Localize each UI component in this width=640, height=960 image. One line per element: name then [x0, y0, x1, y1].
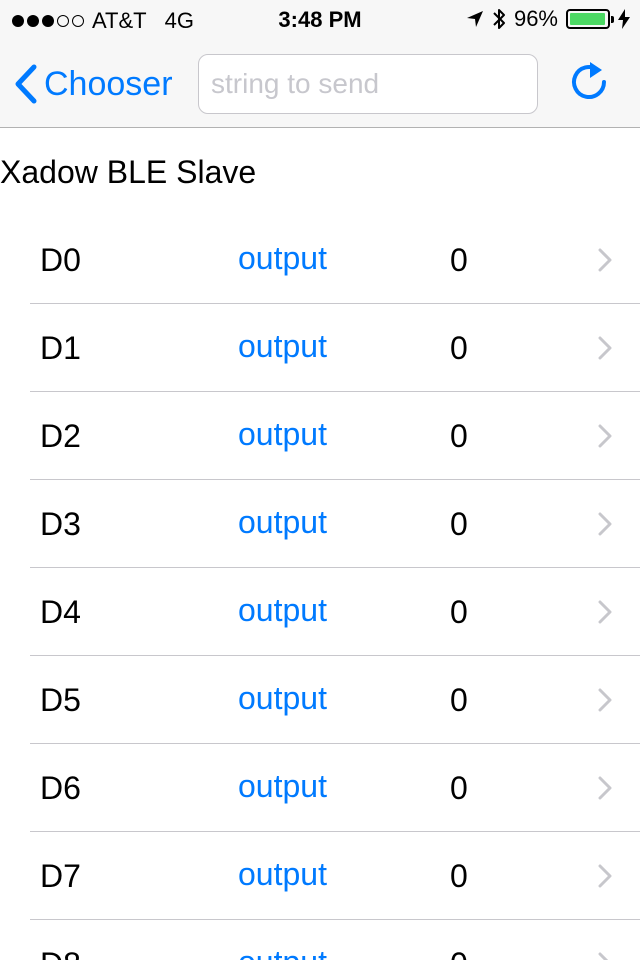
device-title: Xadow BLE Slave — [0, 154, 257, 190]
pin-mode-button[interactable]: output — [238, 504, 327, 541]
battery-tip — [611, 16, 614, 23]
pin-row[interactable]: D1 output 0 — [0, 304, 640, 392]
status-bar: AT&T 4G 3:48 PM 96% — [0, 0, 640, 40]
chevron-right-icon — [598, 248, 612, 272]
pin-value: 0 — [450, 330, 468, 366]
pin-mode-button[interactable]: output — [238, 768, 327, 805]
pin-name: D4 — [40, 594, 81, 630]
string-to-send-input[interactable] — [198, 54, 538, 114]
pin-row[interactable]: D2 output 0 — [0, 392, 640, 480]
navigation-bar: Chooser — [0, 40, 640, 128]
back-button[interactable]: Chooser — [14, 64, 173, 104]
pin-value: 0 — [450, 946, 468, 960]
pin-mode-button[interactable]: output — [238, 416, 327, 453]
pin-value: 0 — [450, 682, 468, 718]
chevron-right-icon — [598, 424, 612, 448]
chevron-right-icon — [598, 952, 609, 960]
pin-value: 0 — [450, 418, 468, 454]
pin-mode-button[interactable]: output — [238, 592, 327, 629]
pin-mode-button[interactable]: output — [238, 240, 327, 277]
pin-row[interactable]: D6 output 0 — [0, 744, 640, 832]
chevron-left-icon — [15, 64, 37, 104]
pin-row[interactable]: D5 output 0 — [0, 656, 640, 744]
chevron-right-icon — [598, 336, 612, 360]
pin-row[interactable]: D3 output 0 — [0, 480, 640, 568]
chevron-right-icon — [598, 688, 612, 712]
chevron-right-icon — [598, 512, 612, 536]
pin-mode-button[interactable]: output — [238, 856, 327, 893]
battery-icon — [566, 9, 614, 29]
location-arrow-icon — [466, 11, 483, 27]
pin-name: D1 — [40, 330, 81, 366]
pin-name: D7 — [40, 858, 81, 894]
pin-row[interactable]: D0 output 0 — [0, 216, 640, 304]
chevron-right-icon — [598, 776, 612, 800]
back-button-label: Chooser — [44, 64, 173, 103]
pin-name: D5 — [40, 682, 81, 718]
pin-mode-button[interactable]: output — [238, 944, 327, 960]
pin-mode-button[interactable]: output — [238, 328, 327, 365]
pin-value: 0 — [450, 242, 468, 278]
pin-name: D3 — [40, 506, 81, 542]
pin-value: 0 — [450, 858, 468, 894]
pin-row[interactable]: D4 output 0 — [0, 568, 640, 656]
pin-name: D8 — [40, 946, 81, 960]
pin-name: D6 — [40, 770, 81, 806]
refresh-icon[interactable] — [568, 58, 612, 106]
chevron-right-icon — [598, 600, 612, 624]
bluetooth-icon — [493, 9, 505, 29]
pin-row[interactable]: D7 output 0 — [0, 832, 640, 920]
chevron-right-icon — [598, 864, 612, 888]
pin-name: D2 — [40, 418, 81, 454]
pin-value: 0 — [450, 770, 468, 806]
pin-list: D0 output 0 D1 output 0 D2 output 0 D3 output 0 D4 ou… — [0, 216, 640, 960]
battery-fill — [570, 13, 605, 25]
status-right: 96% — [466, 6, 630, 32]
pin-mode-button[interactable]: output — [238, 680, 327, 717]
pin-name: D0 — [40, 242, 81, 278]
battery-percent: 96% — [513, 6, 558, 31]
pin-row[interactable]: D8 output 0 — [0, 920, 640, 960]
charging-bolt-icon — [618, 9, 630, 29]
screen: AT&T 4G 3:48 PM 96% Chooser string to se… — [0, 0, 640, 960]
pin-value: 0 — [450, 506, 468, 542]
pin-value: 0 — [450, 594, 468, 630]
